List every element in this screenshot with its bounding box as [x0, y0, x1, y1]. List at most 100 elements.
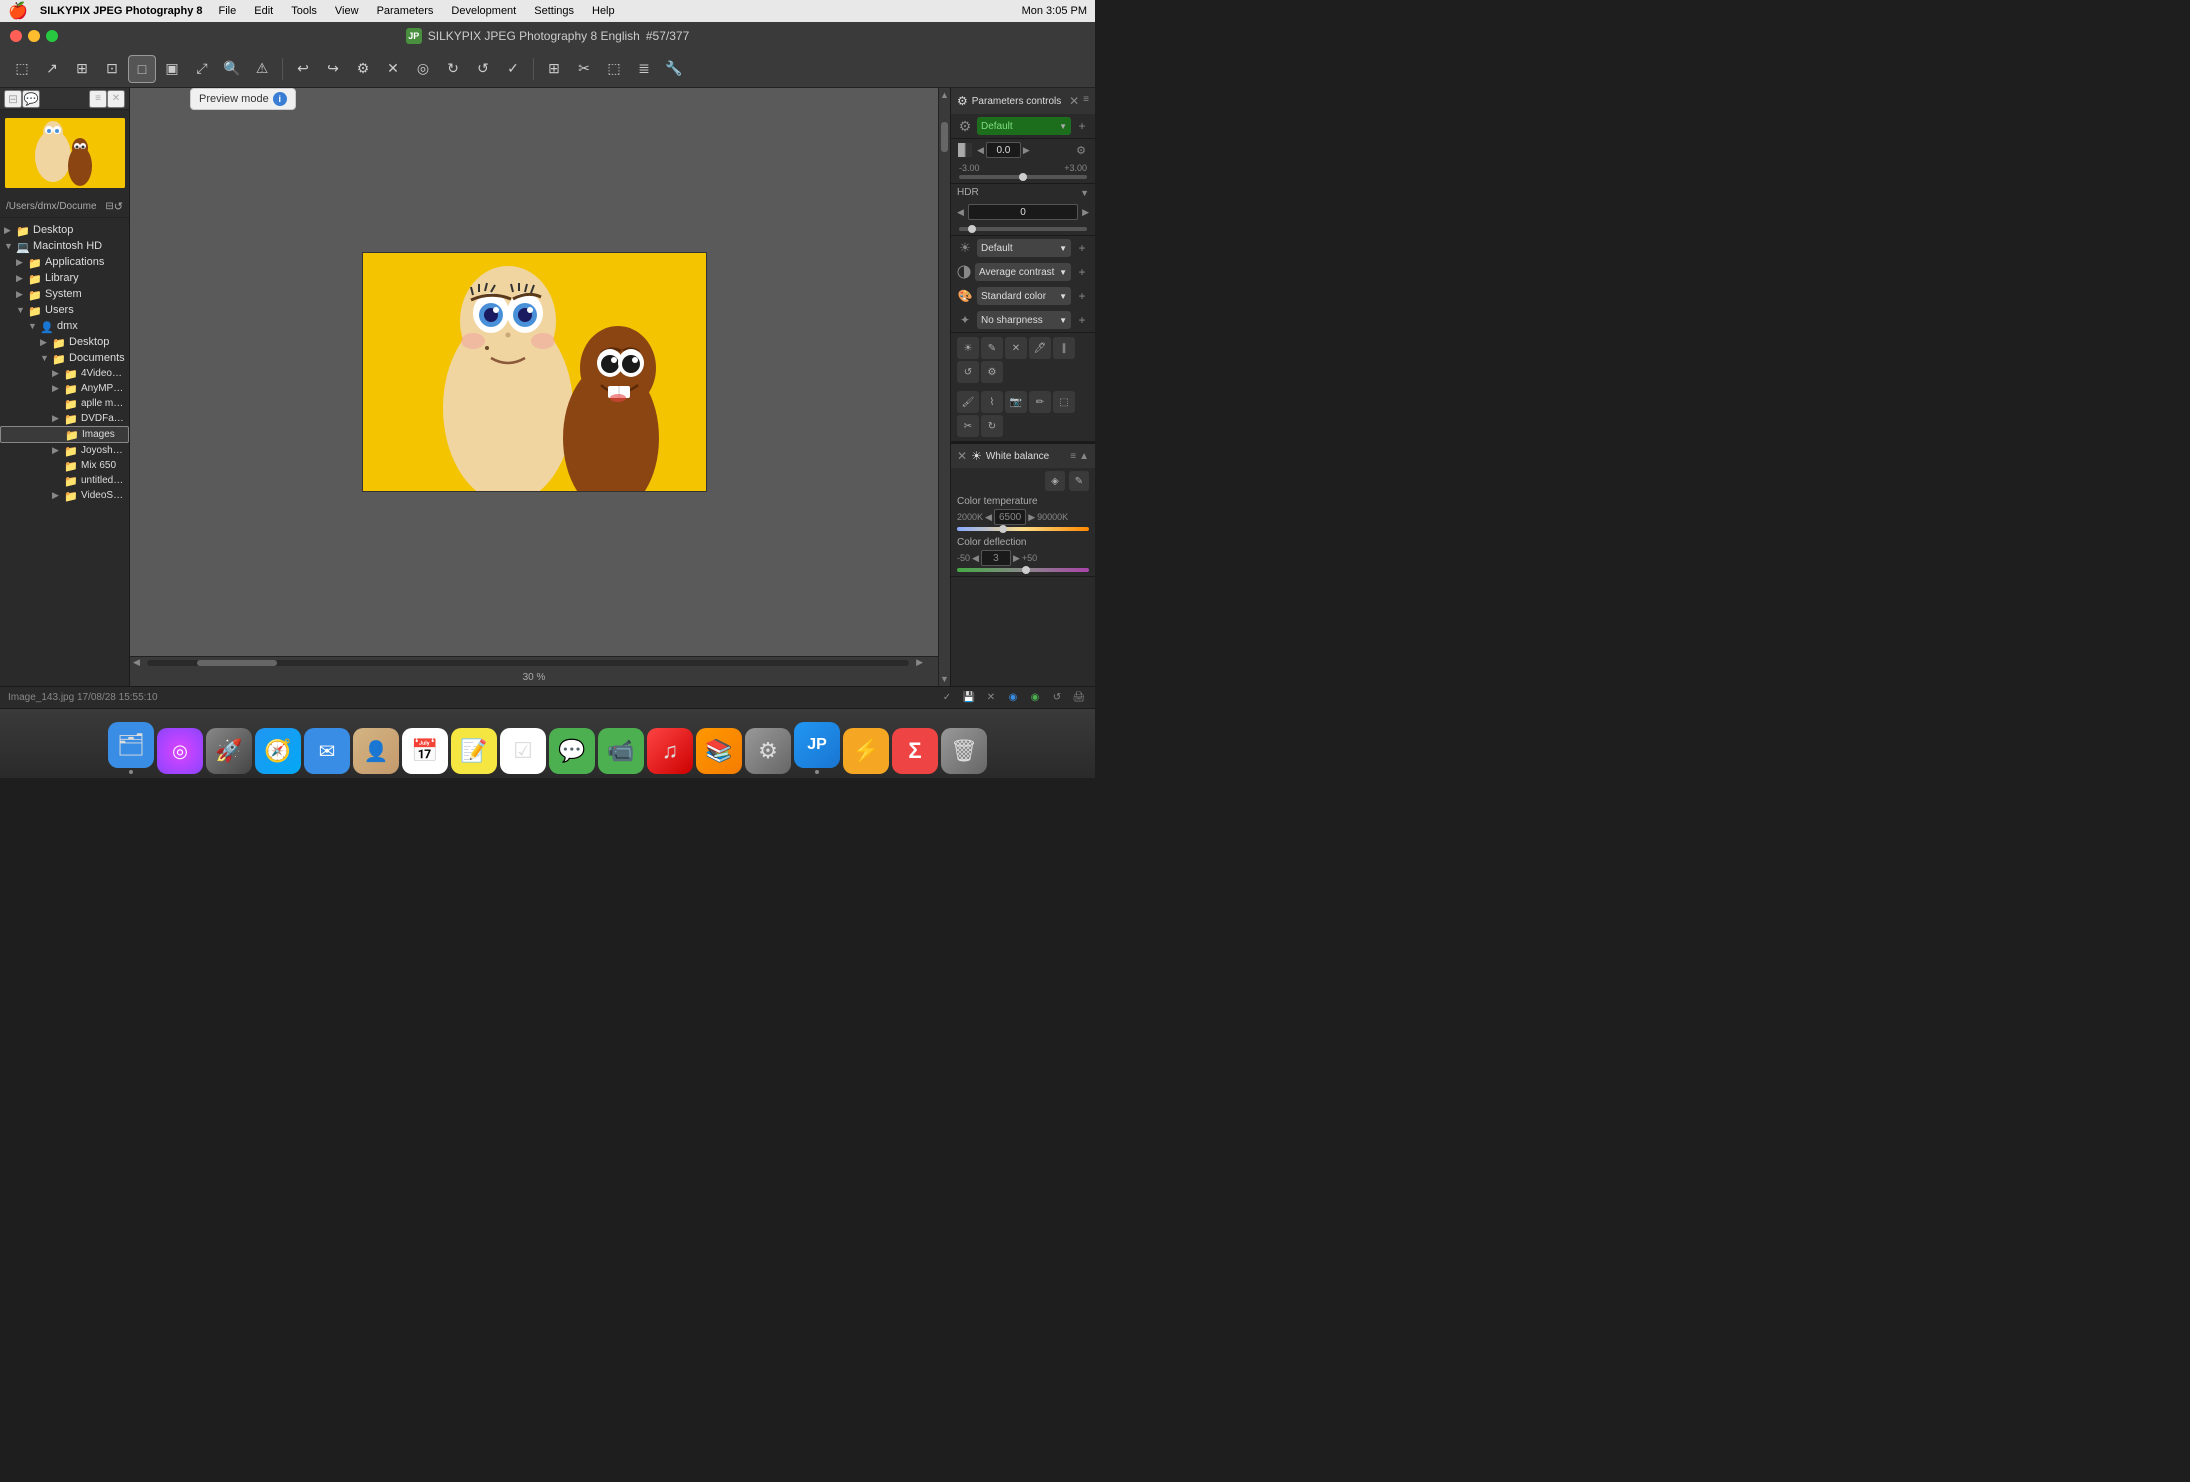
- v-scroll-down[interactable]: ▼: [939, 672, 950, 686]
- toolbar-nav-4[interactable]: ≣: [630, 55, 658, 83]
- dock-safari[interactable]: 🧭: [255, 728, 301, 774]
- tree-item-documents[interactable]: ▼ 📁 Documents: [0, 350, 129, 366]
- tree-item-mix650[interactable]: 📁 Mix 650: [0, 458, 129, 473]
- sharpness-add-btn[interactable]: +: [1075, 313, 1089, 327]
- dock-spark[interactable]: ⚡: [843, 728, 889, 774]
- dock-silkypix[interactable]: JP: [794, 722, 840, 774]
- exposure-value[interactable]: 0.0: [986, 142, 1021, 158]
- minimize-button[interactable]: [28, 30, 40, 42]
- menu-file[interactable]: File: [215, 5, 241, 17]
- color-dropdown[interactable]: Standard color ▼: [977, 287, 1071, 305]
- panel-btn-1[interactable]: ⊟: [4, 90, 22, 108]
- status-color-2[interactable]: ◉: [1027, 690, 1043, 706]
- wb-expand[interactable]: ≡: [1070, 451, 1076, 462]
- tree-item-4video[interactable]: ▶ 📁 4Videosoft Studio: [0, 366, 129, 381]
- tree-item-images[interactable]: 📁 Images: [0, 426, 129, 443]
- menu-parameters[interactable]: Parameters: [373, 5, 438, 17]
- sharpness-dropdown[interactable]: No sharpness ▼: [977, 311, 1071, 329]
- status-cancel[interactable]: ✕: [983, 690, 999, 706]
- tool-icon-parallel[interactable]: ∥: [1053, 337, 1075, 359]
- wb-scroll-up[interactable]: ▲: [1079, 451, 1089, 462]
- exposure-thumb[interactable]: [1019, 173, 1027, 181]
- tree-item-system[interactable]: ▶ 📁 System: [0, 286, 129, 302]
- status-save[interactable]: 💾: [961, 690, 977, 706]
- tree-item-dvdfab[interactable]: ▶ 📁 DVDFab10: [0, 411, 129, 426]
- dock-music[interactable]: ♫: [647, 728, 693, 774]
- status-undo[interactable]: ↺: [1049, 690, 1065, 706]
- tree-item-library[interactable]: ▶ 📁 Library: [0, 270, 129, 286]
- defl-value[interactable]: 3: [981, 550, 1011, 566]
- dock-finder[interactable]: 🗂: [108, 722, 154, 774]
- close-button[interactable]: [10, 30, 22, 42]
- dock-launchpad[interactable]: 🚀: [206, 728, 252, 774]
- dock-facetime[interactable]: 📹: [598, 728, 644, 774]
- tree-item-videosolo[interactable]: ▶ 📁 VideoSolo Studio: [0, 488, 129, 503]
- exposure-slider[interactable]: [959, 175, 1087, 179]
- toolbar-btn-zoom[interactable]: 🔍: [218, 55, 246, 83]
- tool-icon-scissors[interactable]: ✂: [957, 415, 979, 437]
- toolbar-nav-2[interactable]: ✂: [570, 55, 598, 83]
- toolbar-undo[interactable]: ↩: [289, 55, 317, 83]
- hdr-right-arrow[interactable]: ▶: [1082, 207, 1089, 218]
- tree-item-dmx[interactable]: ▼ 👤 dmx: [0, 318, 129, 334]
- tool-icon-sun[interactable]: ☀: [957, 337, 979, 359]
- contrast-add-btn[interactable]: +: [1075, 265, 1089, 279]
- tree-item-joyoshare[interactable]: ▶ 📁 Joyoshare Media: [0, 443, 129, 458]
- contrast-dropdown[interactable]: Average contrast ▼: [975, 263, 1071, 281]
- wb-close-icon[interactable]: ✕: [957, 449, 967, 463]
- rp-expand-btn[interactable]: ≡: [1083, 94, 1089, 108]
- dock-notes[interactable]: 📝: [451, 728, 497, 774]
- panel-close[interactable]: ✕: [107, 90, 125, 108]
- rp-close-btn[interactable]: ✕: [1069, 94, 1079, 108]
- dock-sigma[interactable]: Σ: [892, 728, 938, 774]
- status-print[interactable]: 🖨: [1071, 690, 1087, 706]
- dock-mail[interactable]: ✉: [304, 728, 350, 774]
- menu-settings[interactable]: Settings: [530, 5, 578, 17]
- toolbar-btn-warning[interactable]: ⚠: [248, 55, 276, 83]
- exp-left-arrow[interactable]: ◀: [977, 145, 984, 156]
- dock-contacts[interactable]: 👤: [353, 728, 399, 774]
- tool-icon-brush[interactable]: 🖌: [957, 391, 979, 413]
- hdr-value[interactable]: 0: [968, 204, 1078, 220]
- tree-item-aplle[interactable]: 📁 aplle music: [0, 396, 129, 411]
- dock-siri[interactable]: ◎: [157, 728, 203, 774]
- dock-books[interactable]: 📚: [696, 728, 742, 774]
- panel-btn-2[interactable]: 💬: [22, 90, 40, 108]
- dock-trash[interactable]: 🗑: [941, 728, 987, 774]
- maximize-button[interactable]: [46, 30, 58, 42]
- dock-reminders[interactable]: ☑: [500, 728, 546, 774]
- toolbar-nav-3[interactable]: ⬚: [600, 55, 628, 83]
- v-scroll-thumb[interactable]: [941, 122, 948, 152]
- hdr-slider[interactable]: [959, 227, 1087, 231]
- tree-item-anymp4[interactable]: ▶ 📁 AnyMP4 Studio: [0, 381, 129, 396]
- exposure-settings-icon[interactable]: ⚙: [1073, 142, 1089, 158]
- file-path-btn-1[interactable]: ⊟: [105, 201, 113, 212]
- preset-dropdown[interactable]: Default ▼: [977, 117, 1071, 135]
- tree-item-untitled[interactable]: 📁 untitled folder: [0, 473, 129, 488]
- tool-icon-frame[interactable]: ⬚: [1053, 391, 1075, 413]
- tool-icon-pen[interactable]: 🖊: [1029, 337, 1051, 359]
- status-color-1[interactable]: ◉: [1005, 690, 1021, 706]
- image-canvas[interactable]: [130, 88, 938, 656]
- toolbar-redo[interactable]: ↪: [319, 55, 347, 83]
- exp-right-arrow[interactable]: ▶: [1023, 145, 1030, 156]
- toolbar-btn-7[interactable]: ⤢: [188, 55, 216, 83]
- toolbar-nav-5[interactable]: 🔧: [660, 55, 688, 83]
- temp-right-arrow[interactable]: ▶: [1028, 512, 1035, 523]
- tree-item-applications[interactable]: ▶ 📁 Applications: [0, 254, 129, 270]
- h-scrollbar[interactable]: ◀ ▶: [130, 656, 938, 668]
- temp-thumb[interactable]: [999, 525, 1007, 533]
- tool-icon-pen2[interactable]: ✏: [1029, 391, 1051, 413]
- toolbar-btn-2[interactable]: ↗: [38, 55, 66, 83]
- tool-icon-undo[interactable]: ↺: [957, 361, 979, 383]
- thumbnail-preview[interactable]: [5, 118, 125, 188]
- scroll-left-arrow[interactable]: ◀: [130, 657, 143, 668]
- defl-left-arrow[interactable]: ◀: [972, 553, 979, 564]
- dock-sysprefs[interactable]: ⚙: [745, 728, 791, 774]
- temp-slider[interactable]: [957, 527, 1089, 531]
- scroll-thumb[interactable]: [197, 660, 277, 666]
- preset-add-btn[interactable]: +: [1075, 119, 1089, 133]
- scroll-track[interactable]: [147, 660, 909, 666]
- toolbar-btn-6[interactable]: ▣: [158, 55, 186, 83]
- dock-messages[interactable]: 💬: [549, 728, 595, 774]
